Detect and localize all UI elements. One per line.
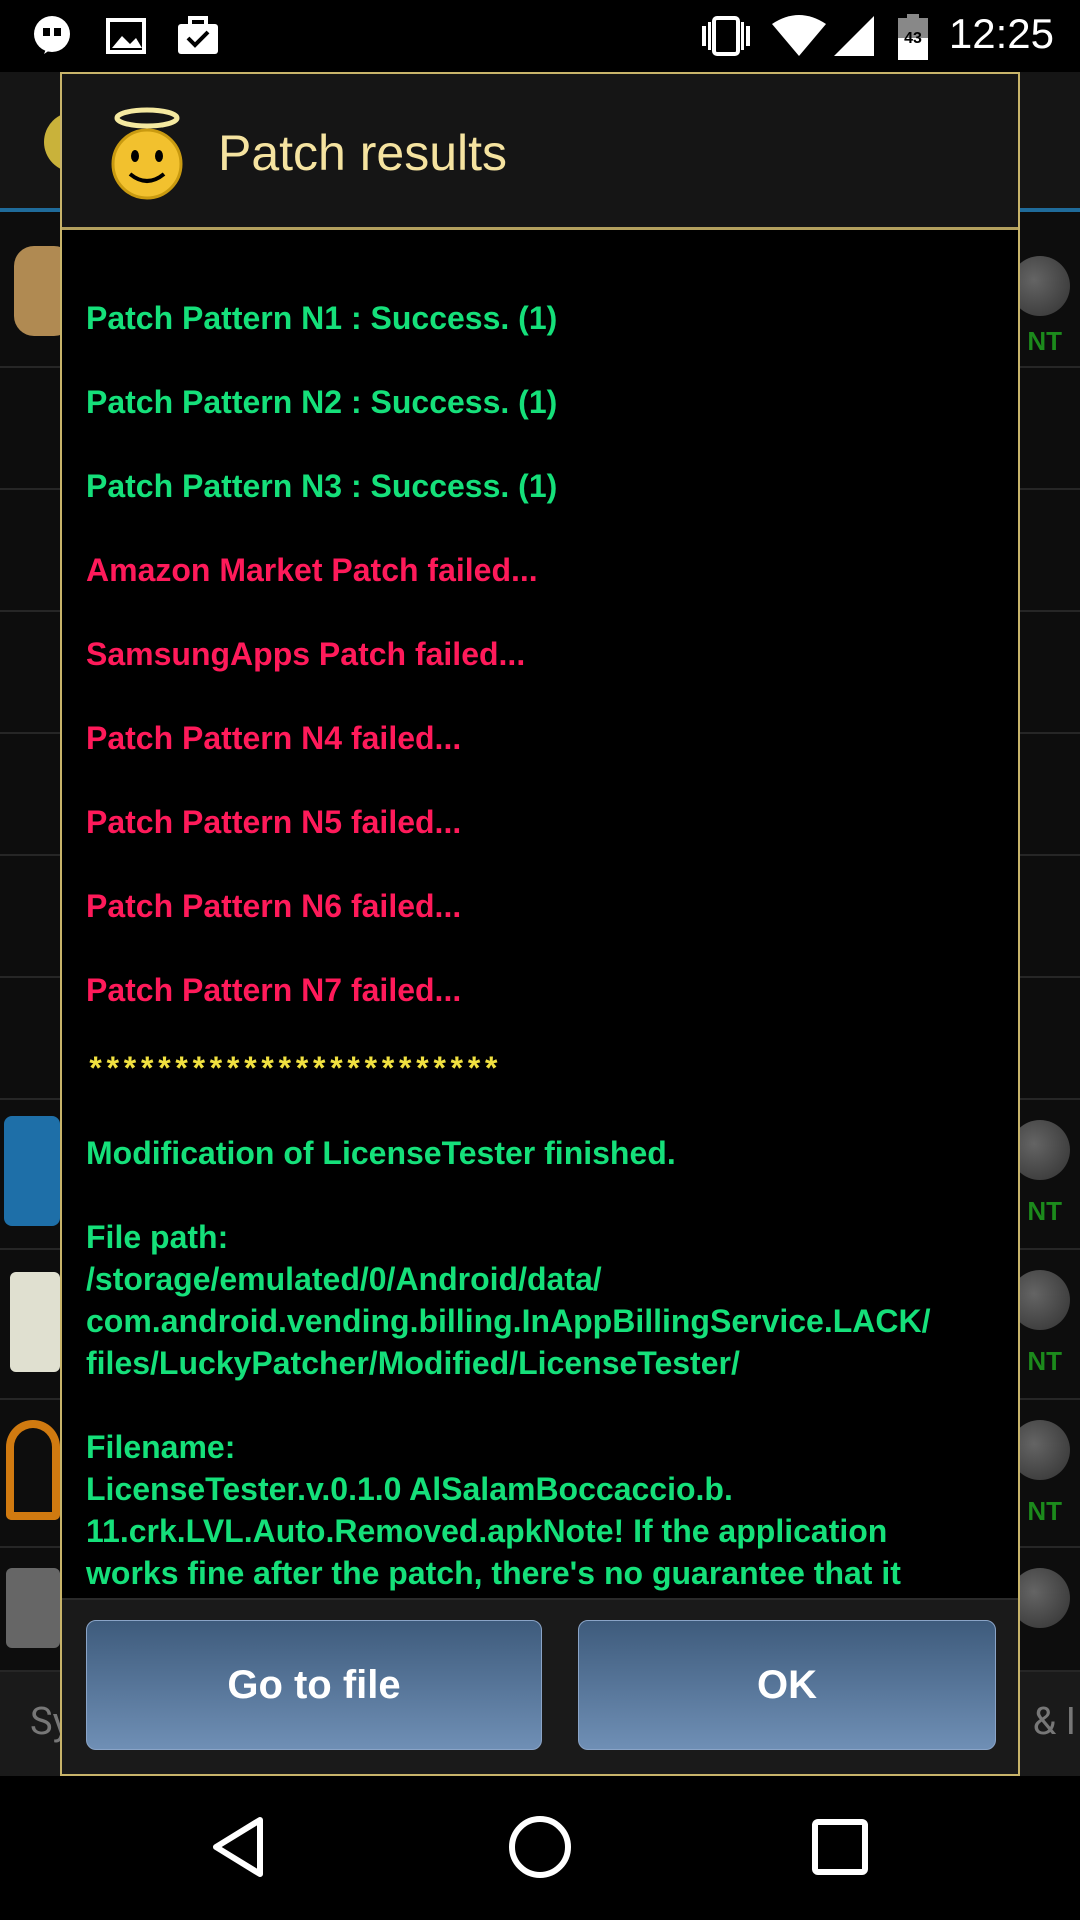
status-bar: 43 12:25 <box>0 0 1080 72</box>
home-icon[interactable] <box>505 1812 575 1882</box>
battery-icon: 43 <box>898 14 928 60</box>
wifi-icon <box>772 15 826 56</box>
navigation-bar <box>0 1776 1080 1920</box>
back-icon[interactable] <box>206 1812 276 1882</box>
angel-smiley-icon <box>111 107 183 200</box>
background-tab-right: & I <box>1032 1700 1076 1744</box>
image-icon <box>106 18 146 54</box>
file-path-part: files/LuckyPatcher/Modified/LicenseTeste… <box>86 1345 740 1381</box>
background-app-icon <box>10 1272 60 1372</box>
background-badge: NT <box>1027 326 1062 356</box>
dialog-body[interactable]: Patch Pattern N1 : Success. (1) Patch Pa… <box>62 233 1018 1598</box>
dialog-title: Patch results <box>218 125 508 181</box>
headphones-icon <box>6 1420 60 1520</box>
result-line: Patch Pattern N3 : Success. (1) <box>86 468 558 504</box>
vibrate-icon <box>702 16 750 56</box>
dialog-footer: Go to file OK <box>62 1598 1018 1774</box>
filename-part: works fine after the patch, there's no g… <box>86 1555 901 1591</box>
result-line: Patch Pattern N2 : Success. (1) <box>86 384 558 420</box>
recents-icon[interactable] <box>805 1812 875 1882</box>
file-path-label: File path: <box>86 1219 229 1255</box>
hangouts-icon <box>34 16 70 54</box>
battery-level: 43 <box>904 30 922 47</box>
briefcase-check-icon <box>178 16 218 54</box>
result-line: Patch Pattern N1 : Success. (1) <box>86 300 558 336</box>
separator-stars: ************************ <box>86 1053 501 1090</box>
patch-results-dialog: Patch results Patch Pattern N1 : Success… <box>60 72 1020 1776</box>
background-badge: NT <box>1027 1346 1062 1376</box>
file-path-part: com.android.vending.billing.InAppBilling… <box>86 1303 931 1339</box>
filename-label: Filename: <box>86 1429 236 1465</box>
file-path-block: File path: /storage/emulated/0/Android/d… <box>86 1216 994 1384</box>
filename-part: LicenseTester.v.0.1.0 AlSalamBoccaccio.b… <box>86 1471 733 1507</box>
signal-icon <box>834 16 874 56</box>
result-line: SamsungApps Patch failed... <box>86 636 526 672</box>
background-badge: NT <box>1027 1496 1062 1526</box>
filename-block: Filename: LicenseTester.v.0.1.0 AlSalamB… <box>86 1426 994 1594</box>
result-line: Patch Pattern N4 failed... <box>86 720 462 756</box>
result-line: Patch Pattern N7 failed... <box>86 972 462 1008</box>
background-badge: NT <box>1027 1196 1062 1226</box>
file-path-part: /storage/emulated/0/Android/data/ <box>86 1261 602 1297</box>
result-line: Amazon Market Patch failed... <box>86 552 538 588</box>
go-to-file-button[interactable]: Go to file <box>86 1620 542 1750</box>
filename-part: 11.crk.LVL.Auto.Removed.apkNote! If the … <box>86 1513 888 1549</box>
ok-button[interactable]: OK <box>578 1620 996 1750</box>
play-store-icon <box>6 1568 60 1648</box>
result-line: Patch Pattern N6 failed... <box>86 888 462 924</box>
clock: 12:25 <box>948 10 1054 57</box>
background-app-icon <box>4 1116 60 1226</box>
result-line: Patch Pattern N5 failed... <box>86 804 462 840</box>
dialog-header: Patch results <box>62 74 1018 230</box>
finished-message: Modification of LicenseTester finished. <box>86 1135 676 1171</box>
